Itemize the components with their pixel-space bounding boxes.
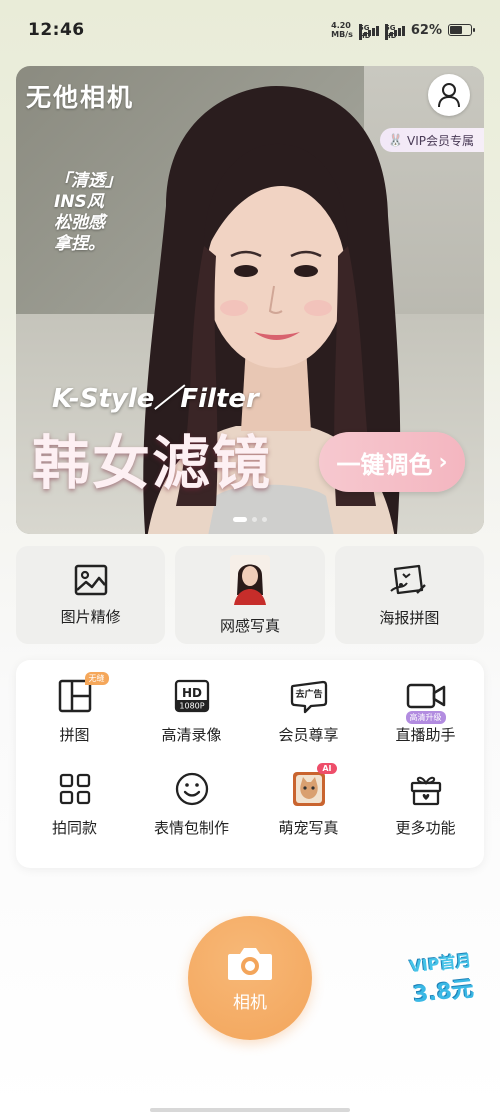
pagination-dot: [252, 517, 257, 522]
banner-tagline: 「清透」 INS风 松弛感 拿捏。: [54, 171, 154, 255]
poster-icon: [390, 564, 427, 594]
hd-text: HD: [181, 686, 201, 700]
brand-logo: 无他相机: [26, 83, 135, 112]
function-label: 更多功能: [395, 819, 456, 837]
quick-actions: 图片精修 网感写真 海报拼图: [16, 546, 484, 644]
pet-icon: [292, 772, 325, 806]
quick-card-label: 网感写真: [219, 616, 280, 635]
vip-first-month-promo[interactable]: VIP首月 3.8元: [403, 946, 480, 1009]
member-privilege-button[interactable]: 去广告 会员尊享: [250, 674, 367, 767]
promo-banner[interactable]: 无他相机 🐰 VIP会员专属 「清透」 INS风 松弛感 拿捏。 K-Style…: [16, 66, 484, 534]
quick-card-label: 海报拼图: [379, 608, 440, 627]
vip-exclusive-tag: 🐰 VIP会员专属: [380, 128, 484, 152]
function-label: 高清录像: [161, 726, 222, 744]
signal-icon-1: 5G HD: [358, 24, 379, 40]
more-features-button[interactable]: 更多功能: [367, 767, 484, 860]
net-speed-value: 4.20: [331, 21, 351, 30]
net-speed: 4.20 MB/s: [331, 21, 353, 39]
shoot-same-button[interactable]: 拍同款: [16, 767, 133, 860]
sticker-maker-button[interactable]: 表情包制作: [133, 767, 250, 860]
signal-icon-2: 5G HD: [384, 24, 405, 40]
quick-card-label: 图片精修: [60, 607, 121, 626]
battery-percent: 62%: [410, 22, 442, 38]
hd-upgrade-badge: 高清升级: [405, 711, 446, 724]
online-portrait-card[interactable]: 网感写真: [175, 546, 325, 644]
cta-label: 一键调色: [336, 450, 433, 479]
hd-video-icon: HD 1080P: [174, 679, 209, 713]
status-bar: 12:46 4.20 MB/s 5G HD 5G HD 62%: [0, 0, 500, 60]
seamless-badge: 无缝: [84, 672, 109, 685]
vip-tag-label: VIP会员专属: [407, 133, 474, 148]
smile-icon: [175, 772, 208, 806]
banner-pagination: [16, 517, 484, 522]
no-ads-icon: 去广告: [290, 680, 327, 714]
camera-button[interactable]: 相机: [188, 916, 312, 1040]
function-label: 拼图: [59, 726, 90, 744]
signal2-label: 5G HD: [384, 24, 397, 40]
vip-promo-price: 3.8元: [411, 976, 476, 1009]
pagination-dot: [233, 517, 247, 522]
chevron-right-icon: ›: [438, 449, 448, 475]
portrait-thumbnail: [229, 554, 270, 605]
function-grid: 无缝 拼图 HD 1080P 高清录像 去广告 会员尊享 高清升级 直播助手 拍…: [16, 660, 484, 868]
user-icon: [438, 83, 460, 108]
camera-label: 相机: [233, 992, 267, 1013]
one-click-color-button[interactable]: 一键调色 ›: [319, 432, 465, 492]
gift-icon: [410, 776, 441, 806]
status-indicators: 4.20 MB/s 5G HD 5G HD 62%: [331, 21, 475, 40]
function-label: 拍同款: [51, 819, 97, 837]
no-ads-text: 去广告: [295, 688, 322, 700]
function-label: 萌宠写真: [278, 819, 339, 837]
tagline-line: 松弛感: [54, 213, 105, 233]
profile-button[interactable]: [428, 74, 470, 116]
function-label: 会员尊享: [278, 726, 339, 744]
status-time: 12:46: [28, 20, 85, 40]
pet-portrait-button[interactable]: AI 萌宠写真: [250, 763, 367, 860]
hd-video-button[interactable]: HD 1080P 高清录像: [133, 674, 250, 767]
battery-fill: [450, 26, 463, 34]
net-speed-unit: MB/s: [331, 30, 353, 39]
rabbit-icon: 🐰: [388, 133, 403, 147]
battery-icon: [448, 24, 475, 36]
video-camera-icon: [406, 683, 445, 709]
pagination-dot: [262, 517, 267, 522]
photo-retouch-card[interactable]: 图片精修: [16, 546, 166, 644]
poster-collage-card[interactable]: 海报拼图: [334, 546, 484, 644]
function-label: 直播助手: [395, 726, 456, 744]
home-indicator[interactable]: [150, 1108, 350, 1112]
filter-title-cn: 韩女滤镜: [32, 429, 273, 497]
image-icon: [74, 564, 107, 595]
tagline-line: 「清透」: [54, 171, 122, 191]
live-assistant-button[interactable]: 高清升级 直播助手: [367, 674, 484, 767]
tagline-line: 拿捏。: [54, 234, 105, 254]
signal1-label: 5G HD: [358, 24, 371, 40]
function-label: 表情包制作: [153, 819, 229, 837]
ai-badge: AI: [317, 763, 337, 774]
grid-icon: [59, 773, 90, 805]
filter-title-en: K-Style／Filter: [52, 384, 259, 414]
resolution-text: 1080P: [179, 702, 204, 711]
camera-icon: [228, 947, 272, 980]
collage-button[interactable]: 无缝 拼图: [16, 672, 133, 767]
tagline-line: INS风: [54, 192, 104, 212]
